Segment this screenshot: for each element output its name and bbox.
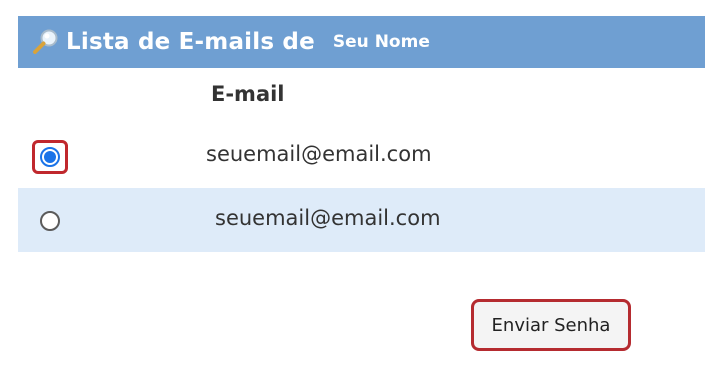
- email-address: seuemail@email.com: [215, 206, 441, 230]
- email-radio-unselected[interactable]: [40, 211, 60, 231]
- email-address: seuemail@email.com: [206, 142, 432, 166]
- email-list-panel: Lista de E-mails de Seu Nome E-mail seue…: [0, 0, 705, 365]
- send-password-button[interactable]: Enviar Senha: [471, 299, 631, 351]
- table-row: seuemail@email.com: [18, 188, 705, 252]
- table-row: seuemail@email.com: [18, 124, 705, 188]
- page-title: Lista de E-mails de: [66, 29, 315, 55]
- user-name: Seu Nome: [332, 32, 430, 52]
- email-column-label: E-mail: [211, 82, 285, 106]
- email-radio-highlight: [32, 140, 68, 174]
- email-radio-selected[interactable]: [40, 147, 60, 167]
- email-radio-container: [32, 204, 68, 238]
- magnifier-icon: [28, 25, 62, 59]
- title-bar: Lista de E-mails de Seu Nome: [18, 16, 705, 68]
- email-column-header: E-mail: [18, 68, 705, 124]
